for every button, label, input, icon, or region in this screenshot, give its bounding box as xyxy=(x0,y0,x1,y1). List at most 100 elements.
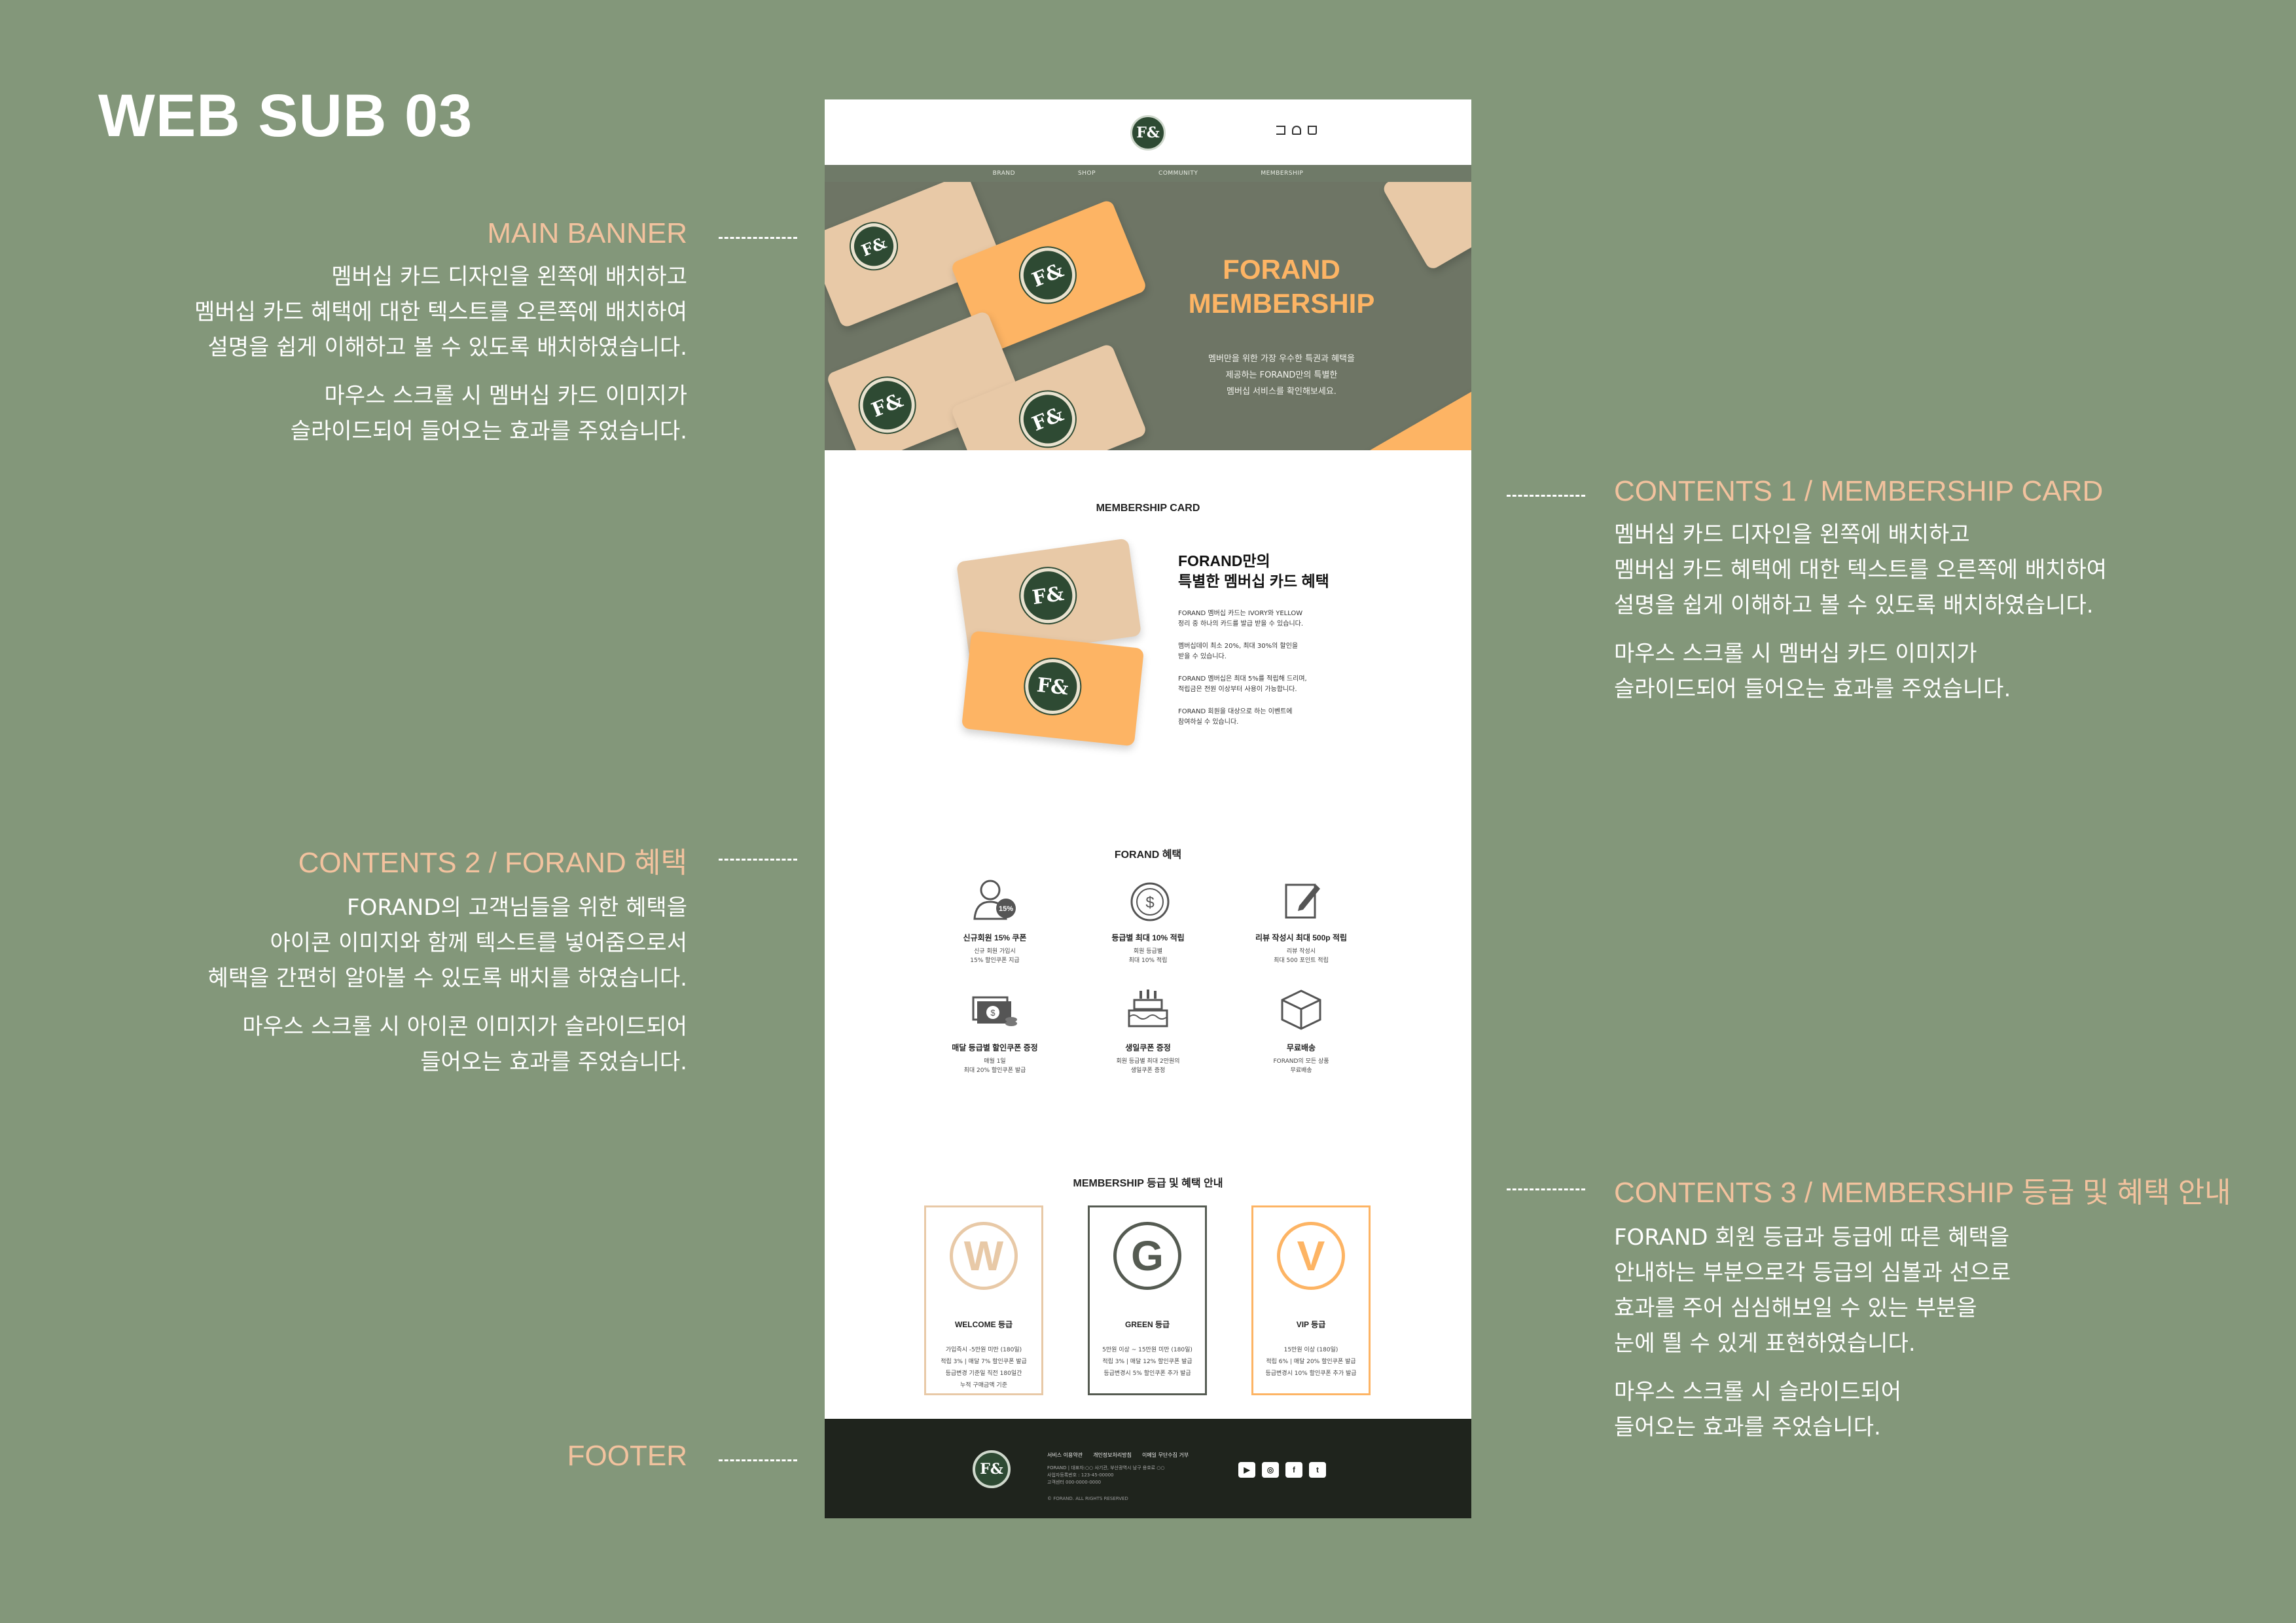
grade-symbol: W xyxy=(950,1222,1018,1290)
card-seal: F& xyxy=(851,369,924,441)
benefit-desc: 매월 1일 최대 20% 할인쿠폰 발급 xyxy=(963,1058,1026,1074)
section-title-benefits: FORAND 혜택 xyxy=(1114,849,1182,861)
note-connector xyxy=(1507,495,1585,497)
section-title-grades: MEMBERSHIP 등급 및 혜택 안내 xyxy=(1073,1178,1223,1189)
note-paragraph: 마우스 스크롤 시 슬라이드되어 들어오는 효과를 주었습니다. xyxy=(1614,1379,1902,1440)
note-paragraph: FORAND 회원 등급과 등급에 따른 혜택을 안내하는 부분으로각 등급의 … xyxy=(1614,1224,2011,1357)
benefit-title: 매달 등급별 할인쿠폰 증정 xyxy=(952,1043,1038,1052)
user-icon[interactable] xyxy=(1292,126,1301,135)
grade-name: VIP 등급 xyxy=(1296,1320,1326,1329)
footer-info-line: 고객센터 000-0000-0000 xyxy=(1047,1480,1102,1485)
benefit-line: FORAND 멤버십은 최대 5%를 적립해 드리며, 적립금은 전원 이상부터 … xyxy=(1178,675,1307,693)
footer-info-line: FORAND | 대표자:○○ 사기관, 부산광역시 남구 용호로 ○○ xyxy=(1047,1465,1165,1471)
card-seal: F& xyxy=(1012,383,1084,450)
nav-item-community[interactable]: COMMUNITY xyxy=(1158,170,1198,177)
facebook-icon[interactable]: f xyxy=(1285,1462,1302,1478)
benefit-desc: 리뷰 작성시 최대 500 포인트 적립 xyxy=(1274,948,1329,964)
nav-item-shop[interactable]: SHOP xyxy=(1078,170,1096,177)
benefit-title: 신규회원 15% 쿠폰 xyxy=(963,933,1027,942)
box-icon xyxy=(1277,986,1325,1034)
header-icons xyxy=(1276,126,1317,135)
footer-link-privacy[interactable]: 개인정보처리방침 xyxy=(1093,1452,1132,1459)
benefit-desc: 회원 등급별 최대 2만원의 생일쿠폰 증정 xyxy=(1116,1058,1180,1074)
birthday-cake-icon xyxy=(1124,986,1172,1034)
user-coupon-icon: 15% xyxy=(971,876,1019,924)
benefit-line: 멤버십데이 최소 20%, 최대 30%의 할인을 받을 수 있습니다. xyxy=(1178,643,1299,660)
note-title: MAIN BANNER xyxy=(487,217,687,249)
benefit-item: $ 등급별 최대 10% 적립 회원 등급별 최대 10% 적립 xyxy=(1083,876,1213,965)
card-seal: F& xyxy=(1016,564,1079,627)
note-title: CONTENTS 2 / FORAND 혜택 xyxy=(298,847,687,879)
note-paragraph: 마우스 스크롤 시 아이콘 이미지가 슬라이드되어 들어오는 효과를 주었습니다… xyxy=(242,1014,687,1075)
cart-icon[interactable] xyxy=(1308,126,1317,135)
svg-text:$: $ xyxy=(990,1008,996,1018)
benefit-line: FORAND 회원을 대상으로 하는 이벤트에 참여하실 수 있습니다. xyxy=(1178,708,1293,726)
site-footer: F& 서비스 이용약관 개인정보처리방침 이메일 무단수집 거부 FORAND … xyxy=(825,1419,1471,1518)
benefit-item: $ 매달 등급별 할인쿠폰 증정 매월 1일 최대 20% 할인쿠폰 발급 xyxy=(929,986,1060,1075)
grade-symbol: G xyxy=(1113,1222,1181,1290)
footer-link-terms[interactable]: 서비스 이용약관 xyxy=(1047,1452,1083,1459)
section-title-membership-card: MEMBERSHIP CARD xyxy=(1096,503,1200,514)
banner-title: FORAND MEMBERSHIP xyxy=(1188,254,1375,319)
site-logo[interactable]: F& xyxy=(1130,115,1166,151)
footer-link-email[interactable]: 이메일 무단수집 거부 xyxy=(1142,1452,1189,1459)
footer-copyright: © FORAND. ALL RIGHTS RESERVED xyxy=(1047,1496,1128,1501)
nav-item-brand[interactable]: BRAND xyxy=(993,170,1015,177)
card-seal: F& xyxy=(1022,656,1083,717)
instagram-icon[interactable]: ◎ xyxy=(1262,1462,1279,1478)
grade-card-vip: V VIP 등급 15만원 이상 (180일) 적립 6% | 매달 20% 할… xyxy=(1251,1205,1371,1395)
note-paragraph: FORAND의 고객님들을 위한 혜택을 아이콘 이미지와 함께 텍스트를 넣어… xyxy=(207,895,687,991)
grade-desc: 15만원 이상 (180일) 적립 6% | 매달 20% 할인쿠폰 발급 등급… xyxy=(1265,1347,1357,1377)
footer-social: ▶ ◎ f t xyxy=(1238,1462,1326,1478)
note-connector xyxy=(719,1459,797,1461)
note-contents-1: CONTENTS 1 / MEMBERSHIP CARD 멤버십 카드 디자인을… xyxy=(1614,475,2203,707)
benefit-item: 리뷰 작성시 최대 500p 적립 리뷰 작성시 최대 500 포인트 적립 xyxy=(1236,876,1367,965)
note-connector xyxy=(719,237,797,239)
grade-desc: 5만원 이상 ~ 15만원 미만 (180일) 적립 3% | 매달 12% 할… xyxy=(1102,1347,1193,1377)
benefit-title: 리뷰 작성시 최대 500p 적립 xyxy=(1255,933,1348,942)
footer-logo[interactable]: F& xyxy=(973,1450,1011,1488)
coin-icon: $ xyxy=(1124,876,1172,924)
grade-name: WELCOME 등급 xyxy=(954,1320,1013,1329)
benefit-title: 생일쿠폰 증정 xyxy=(1125,1043,1171,1052)
footer-links: 서비스 이용약관 개인정보처리방침 이메일 무단수집 거부 xyxy=(1047,1452,1189,1459)
benefit-item: 15% 신규회원 15% 쿠폰 신규 회원 가입시 15% 할인쿠폰 지급 xyxy=(929,876,1060,965)
membership-card-heading: FORAND만의 특별한 멤버십 카드 혜택 xyxy=(1178,552,1329,590)
note-paragraph: 멤버십 카드 디자인을 왼쪽에 배치하고 멤버십 카드 혜택에 대한 텍스트를 … xyxy=(194,264,687,361)
card-seal: F& xyxy=(844,216,904,276)
note-title: FOOTER xyxy=(567,1440,687,1472)
benefit-desc: 신규 회원 가입시 15% 할인쿠폰 지급 xyxy=(970,948,1020,964)
benefit-item: 생일쿠폰 증정 회원 등급별 최대 2만원의 생일쿠폰 증정 xyxy=(1083,986,1213,1075)
note-contents-2: CONTENTS 2 / FORAND 혜택 FORAND의 고객님들을 위한 … xyxy=(98,839,687,1080)
web-mockup: F& BRAND SHOP COMMUNITY MEMBERSHIP F& F&… xyxy=(825,99,1471,1518)
benefit-title: 등급별 최대 10% 적립 xyxy=(1111,933,1185,942)
footer-info: FORAND | 대표자:○○ 사기관, 부산광역시 남구 용호로 ○○ 사업자… xyxy=(1047,1465,1198,1486)
note-main-banner: MAIN BANNER 멤버십 카드 디자인을 왼쪽에 배치하고 멤버십 카드 … xyxy=(98,217,687,449)
money-icon: $ xyxy=(971,986,1019,1034)
youtube-icon[interactable]: ▶ xyxy=(1238,1462,1255,1478)
site-header: F& xyxy=(825,99,1471,165)
banner-description: 멤버만을 위한 가장 우수한 특권과 혜택을 제공하는 FORAND만의 특별한… xyxy=(1208,354,1355,397)
note-title: CONTENTS 3 / MEMBERSHIP 등급 및 혜택 안내 xyxy=(1614,1177,2231,1209)
nav-item-membership[interactable]: MEMBERSHIP xyxy=(1261,170,1303,177)
svg-text:15%: 15% xyxy=(999,905,1013,913)
benefit-item: 무료배송 FORAND의 모든 상품 무료배송 xyxy=(1236,986,1367,1075)
benefit-line: FORAND 멤버십 카드는 IVORY와 YELLOW 정리 중 하나의 카드를… xyxy=(1178,610,1304,628)
twitter-icon[interactable]: t xyxy=(1309,1462,1326,1478)
note-paragraph: 멤버십 카드 디자인을 왼쪽에 배치하고 멤버십 카드 혜택에 대한 텍스트를 … xyxy=(1614,522,2108,618)
benefit-title: 무료배송 xyxy=(1286,1043,1316,1052)
footer-info-line: 사업자등록번호 : 123-45-00000 xyxy=(1047,1472,1114,1478)
note-connector xyxy=(1507,1188,1585,1190)
grade-name: GREEN 등급 xyxy=(1124,1320,1170,1329)
membership-card-benefit-list: FORAND 멤버십 카드는 IVORY와 YELLOW 정리 중 하나의 카드를… xyxy=(1178,609,1348,740)
main-banner: F& F& F& F& FORAND MEMBERSHIP 멤버만을 위한 가장… xyxy=(825,182,1471,450)
note-connector xyxy=(719,859,797,861)
svg-text:$: $ xyxy=(1145,894,1154,912)
note-paragraph: 마우스 스크롤 시 멤버십 카드 이미지가 슬라이드되어 들어오는 효과를 주었… xyxy=(1614,641,2011,702)
card-seal: F& xyxy=(1012,239,1084,312)
benefit-desc: FORAND의 모든 상품 무료배송 xyxy=(1273,1058,1329,1074)
grade-card-welcome: W WELCOME 등급 가입즉시 -5만원 미만 (180일) 적립 3% |… xyxy=(924,1205,1043,1395)
note-title: CONTENTS 1 / MEMBERSHIP CARD xyxy=(1614,475,2104,507)
grade-symbol: V xyxy=(1277,1222,1345,1290)
login-icon[interactable] xyxy=(1276,126,1285,135)
